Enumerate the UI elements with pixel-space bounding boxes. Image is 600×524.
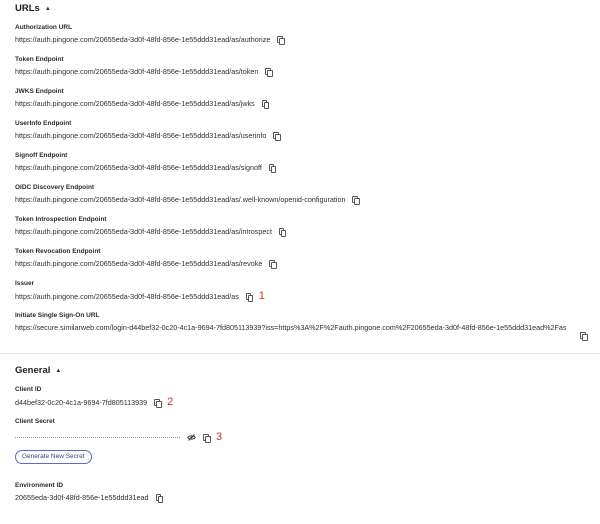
field-label: Initiate Single Sign-On URL: [15, 312, 100, 319]
client-id-value: d44bef32-0c20-4c1a-9694-7fd805113939: [15, 398, 148, 407]
generate-new-secret-button[interactable]: Generate New Secret: [15, 450, 92, 464]
annotation-marker: 3: [216, 431, 223, 443]
field-value: https://auth.pingone.com/20655eda-3d0f-4…: [15, 259, 263, 268]
field-token-endpoint: Token Endpoint https://auth.pingone.com/…: [15, 56, 273, 77]
field-label: UserInfo Endpoint: [15, 120, 72, 127]
field-token-introspection-endpoint: Token Introspection Endpoint https://aut…: [15, 216, 287, 237]
section-divider: [0, 353, 600, 354]
field-label: Signoff Endpoint: [15, 152, 68, 159]
copy-icon[interactable]: [277, 36, 285, 45]
urls-section-header[interactable]: URLs ▲: [15, 3, 51, 14]
copy-icon[interactable]: [154, 399, 162, 408]
field-label: Client ID: [15, 386, 42, 393]
field-value: https://auth.pingone.com/20655eda-3d0f-4…: [15, 99, 255, 108]
copy-icon[interactable]: [261, 100, 270, 109]
environment-id-value: 20655eda-3d0f-48fd-856e-1e55ddd31ead: [15, 493, 149, 502]
field-userinfo-endpoint: UserInfo Endpoint https://auth.pingone.c…: [15, 120, 281, 141]
field-value: https://auth.pingone.com/20655eda-3d0f-4…: [15, 67, 259, 76]
general-section-header[interactable]: General ▲: [15, 365, 61, 376]
eye-slash-icon[interactable]: [187, 434, 196, 441]
field-environment-id: Environment ID 20655eda-3d0f-48fd-856e-1…: [15, 482, 163, 503]
field-label: Token Introspection Endpoint: [15, 216, 107, 223]
field-issuer: Issuer https://auth.pingone.com/20655eda…: [15, 280, 265, 302]
copy-icon[interactable]: [278, 228, 287, 237]
client-secret-masked: [15, 437, 180, 438]
field-label: Issuer: [15, 280, 35, 287]
copy-icon[interactable]: [580, 332, 588, 341]
field-label: JWKS Endpoint: [15, 88, 64, 95]
field-authorization-url: Authorization URL https://auth.pingone.c…: [15, 24, 285, 45]
field-value: https://auth.pingone.com/20655eda-3d0f-4…: [15, 35, 271, 44]
copy-icon[interactable]: [203, 434, 211, 443]
chevron-up-icon[interactable]: ▲: [45, 6, 51, 12]
field-label: Client Secret: [15, 418, 55, 425]
copy-icon[interactable]: [155, 494, 163, 503]
copy-icon[interactable]: [268, 164, 277, 173]
copy-icon[interactable]: [269, 260, 277, 269]
field-client-secret: Client Secret 3: [15, 418, 222, 443]
copy-icon[interactable]: [352, 196, 360, 205]
copy-icon[interactable]: [265, 68, 273, 77]
field-jwks-endpoint: JWKS Endpoint https://auth.pingone.com/2…: [15, 88, 270, 109]
copy-icon[interactable]: [273, 132, 281, 141]
field-signoff-endpoint: Signoff Endpoint https://auth.pingone.co…: [15, 152, 277, 173]
field-oidc-discovery-endpoint: OIDC Discovery Endpoint https://auth.pin…: [15, 184, 360, 205]
field-value: https://auth.pingone.com/20655eda-3d0f-4…: [15, 227, 272, 236]
copy-icon[interactable]: [245, 293, 254, 302]
field-label: Authorization URL: [15, 24, 73, 31]
field-initiate-sso-url: Initiate Single Sign-On URL https://secu…: [15, 312, 575, 332]
general-section-title: General: [15, 365, 51, 376]
field-value: https://auth.pingone.com/20655eda-3d0f-4…: [15, 195, 346, 204]
field-label: Environment ID: [15, 482, 64, 489]
field-value: https://secure.similarweb.com/login-d44b…: [15, 323, 567, 332]
chevron-up-icon[interactable]: ▲: [55, 368, 61, 374]
field-label: Token Revocation Endpoint: [15, 248, 101, 255]
urls-section-title: URLs: [15, 3, 40, 14]
field-value: https://auth.pingone.com/20655eda-3d0f-4…: [15, 163, 262, 172]
annotation-marker: 1: [258, 290, 265, 302]
annotation-marker: 2: [167, 396, 174, 408]
field-token-revocation-endpoint: Token Revocation Endpoint https://auth.p…: [15, 248, 277, 269]
field-value: https://auth.pingone.com/20655eda-3d0f-4…: [15, 131, 267, 140]
field-label: Token Endpoint: [15, 56, 64, 63]
field-client-id: Client ID d44bef32-0c20-4c1a-9694-7fd805…: [15, 386, 173, 408]
field-value: https://auth.pingone.com/20655eda-3d0f-4…: [15, 292, 239, 301]
field-label: OIDC Discovery Endpoint: [15, 184, 95, 191]
